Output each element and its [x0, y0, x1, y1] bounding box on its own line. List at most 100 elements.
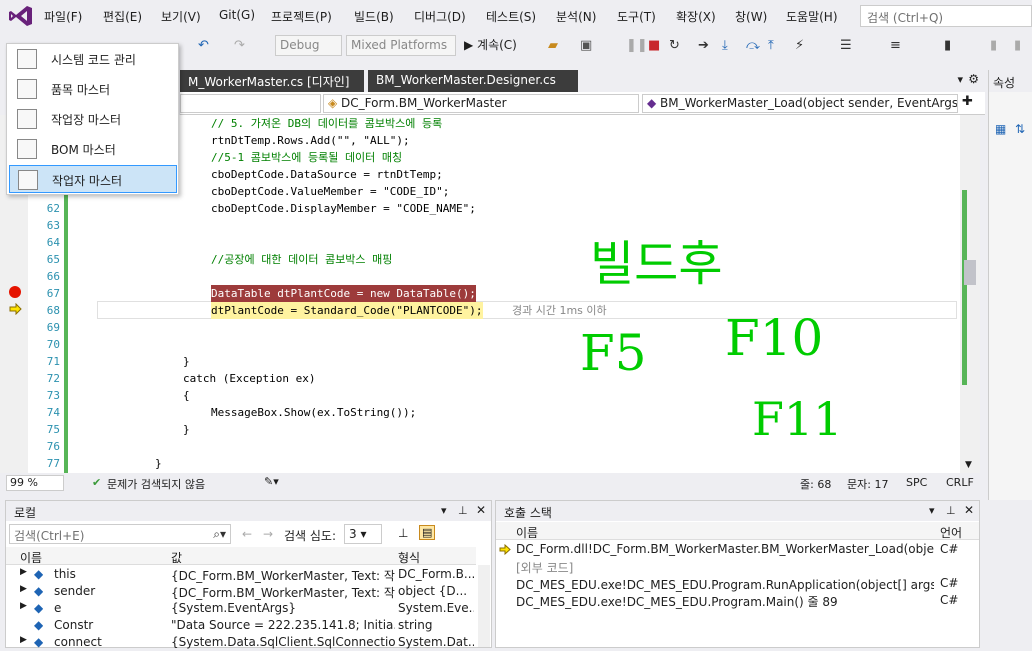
- menu-file[interactable]: 파일(F): [44, 8, 82, 25]
- menu-git[interactable]: Git(G): [219, 8, 255, 22]
- restart-icon[interactable]: ↻: [669, 38, 680, 54]
- close-icon[interactable]: ✕: [964, 503, 974, 517]
- navigation-bar: ◈ DC_Form.BM_WorkerMaster ◆ BM_WorkerMas…: [180, 92, 985, 115]
- editor-vertical-scrollbar[interactable]: ▼: [960, 115, 980, 473]
- panel-menu-icon[interactable]: ▾: [929, 504, 935, 517]
- locals-col-value[interactable]: 값: [171, 549, 182, 566]
- handwritten-annotation: 빌드후 F5 F10 F11: [580, 236, 840, 440]
- code-line: //공장에 대한 데이터 콤보박스 매핑: [211, 253, 393, 266]
- crlf-indicator[interactable]: CRLF: [946, 476, 974, 489]
- breakpoint-icon[interactable]: [9, 286, 21, 298]
- categorized-icon[interactable]: ▦: [995, 122, 1006, 136]
- config-combo[interactable]: Debug: [275, 35, 342, 56]
- local-type: string: [398, 618, 433, 632]
- panel-menu-icon[interactable]: ▾: [441, 504, 447, 517]
- menu-project[interactable]: 프로젝트(P): [271, 8, 332, 25]
- code-line: //5-1 콤보박스에 등록될 데이터 매칭: [211, 151, 403, 164]
- redo-icon[interactable]: ↷: [234, 38, 245, 54]
- visual-studio-logo-icon[interactable]: [8, 4, 34, 28]
- forward-icon[interactable]: →: [263, 527, 273, 541]
- bookmark-prev-icon[interactable]: ▮: [990, 38, 997, 54]
- pin-icon[interactable]: ⊥: [946, 504, 956, 517]
- pause-icon[interactable]: ❚❚: [626, 38, 648, 54]
- class-combo[interactable]: ◈ DC_Form.BM_WorkerMaster: [323, 94, 639, 113]
- callstack-row[interactable]: DC_MES_EDU.exe!DC_MES_EDU.Program.RunApp…: [496, 575, 979, 592]
- bookmark-next-icon[interactable]: ▮: [1014, 38, 1021, 54]
- dropdown-item[interactable]: BOM 마스터: [9, 135, 177, 163]
- undo-icon[interactable]: ↶: [198, 38, 209, 54]
- menu-test[interactable]: 테스트(S): [486, 8, 536, 25]
- zoom-combo[interactable]: 99 %: [6, 475, 64, 491]
- menu-tools[interactable]: 도구(T): [617, 8, 656, 25]
- step-into-icon[interactable]: ⤓: [722, 38, 728, 54]
- stop-icon[interactable]: ■: [648, 38, 660, 54]
- callstack-col-name[interactable]: 이름: [516, 524, 538, 541]
- expand-icon[interactable]: ▶: [20, 567, 27, 577]
- brush-icon[interactable]: ✎▾: [264, 475, 279, 488]
- line-number: 73: [46, 389, 60, 402]
- menu-edit[interactable]: 편집(E): [103, 8, 142, 25]
- pin-watch-icon[interactable]: ⊥: [398, 526, 408, 540]
- search-input[interactable]: 검색 (Ctrl+Q): [860, 5, 1032, 27]
- local-value: {DC_Form.BM_WorkerMaster, Text: 작업...: [171, 586, 395, 600]
- method-combo[interactable]: ◆ BM_WorkerMaster_Load(object sender, Ev…: [642, 94, 958, 113]
- screenshot-icon[interactable]: ▣: [580, 38, 592, 54]
- tab-worker-master-design[interactable]: M_WorkerMaster.cs [디자인]: [180, 70, 364, 92]
- dropdown-item[interactable]: 작업장 마스터: [9, 105, 177, 133]
- locals-row[interactable]: ◆ Constr "Data Source = 222.235.141.8; I…: [6, 617, 476, 634]
- dropdown-item[interactable]: 시스템 코드 관리: [9, 45, 177, 73]
- bookmark-icon[interactable]: ▮: [944, 38, 951, 54]
- show-next-statement-icon[interactable]: ➔: [698, 38, 709, 54]
- locals-col-type[interactable]: 형식: [398, 549, 420, 566]
- scrollbar-thumb[interactable]: [964, 260, 976, 285]
- folder-icon[interactable]: ▰: [548, 38, 558, 54]
- locals-row[interactable]: ▶ ◆ e {System.EventArgs} System.Eve...: [6, 600, 476, 617]
- issues-status[interactable]: 문제가 검색되지 않음: [107, 476, 205, 492]
- alphabetical-icon[interactable]: ⇅: [1015, 122, 1025, 136]
- locals-col-name[interactable]: 이름: [20, 549, 42, 566]
- callstack-row[interactable]: DC_Form.dll!DC_Form.BM_WorkerMaster.BM_W…: [496, 541, 979, 558]
- dropdown-item[interactable]: 품목 마스터: [9, 75, 177, 103]
- local-name: Constr: [54, 618, 94, 632]
- format-icon[interactable]: ≡: [890, 38, 901, 54]
- back-icon[interactable]: ←: [242, 527, 252, 541]
- callstack-col-lang[interactable]: 언어: [940, 524, 962, 541]
- project-combo[interactable]: [180, 94, 321, 113]
- line-number: 67: [46, 287, 60, 300]
- locals-row[interactable]: ▶ ◆ sender {DC_Form.BM_WorkerMaster, Tex…: [6, 583, 476, 600]
- locals-row[interactable]: ▶ ◆ connect {System.Data.SqlClient.SqlCo…: [6, 634, 476, 651]
- split-icon[interactable]: ✚: [962, 94, 973, 109]
- menu-analyze[interactable]: 분석(N): [556, 8, 596, 25]
- spc-indicator[interactable]: SPC: [906, 476, 927, 489]
- locals-search-input[interactable]: 검색(Ctrl+E) ⌕▾: [9, 524, 231, 544]
- platform-combo[interactable]: Mixed Platforms: [346, 35, 456, 56]
- close-icon[interactable]: ✕: [476, 503, 486, 517]
- expand-icon[interactable]: ▶: [20, 584, 27, 594]
- dropdown-item-label: 시스템 코드 관리: [51, 53, 136, 67]
- menu-debug[interactable]: 디버그(D): [414, 8, 466, 25]
- gear-icon[interactable]: ⚙: [968, 72, 979, 86]
- callstack-row[interactable]: DC_MES_EDU.exe!DC_MES_EDU.Program.Main()…: [496, 592, 979, 609]
- menu-help[interactable]: 도움말(H): [786, 8, 838, 25]
- expand-icon[interactable]: ▶: [20, 601, 27, 611]
- tab-worker-master-designer[interactable]: BM_WorkerMaster.Designer.cs: [368, 70, 578, 92]
- tab-overflow-icon[interactable]: ▾: [957, 73, 963, 86]
- hot-reload-icon[interactable]: ⚡: [795, 38, 804, 54]
- menu-build[interactable]: 빌드(B): [354, 8, 394, 25]
- search-depth-combo[interactable]: 3 ▾: [344, 524, 382, 544]
- pin-icon[interactable]: ⊥: [458, 504, 468, 517]
- menu-extensions[interactable]: 확장(X): [676, 8, 716, 25]
- menu-window[interactable]: 창(W): [735, 8, 767, 25]
- locals-scrollbar[interactable]: [478, 565, 490, 647]
- hex-display-icon[interactable]: ▤: [419, 525, 436, 540]
- callstack-row[interactable]: [외부 코드]: [496, 558, 979, 575]
- expand-icon[interactable]: ▶: [20, 635, 27, 645]
- continue-button[interactable]: ▶ 계속(C): [464, 37, 517, 53]
- scroll-down-icon[interactable]: ▼: [965, 460, 972, 470]
- comment-icon[interactable]: ☰: [840, 38, 852, 54]
- step-over-icon[interactable]: ⤼: [746, 38, 760, 54]
- step-out-icon[interactable]: ⤒: [768, 38, 774, 54]
- menu-view[interactable]: 보기(V): [161, 8, 201, 25]
- locals-row[interactable]: ▶ ◆ this {DC_Form.BM_WorkerMaster, Text:…: [6, 566, 476, 583]
- dropdown-item[interactable]: 작업자 마스터: [9, 165, 177, 193]
